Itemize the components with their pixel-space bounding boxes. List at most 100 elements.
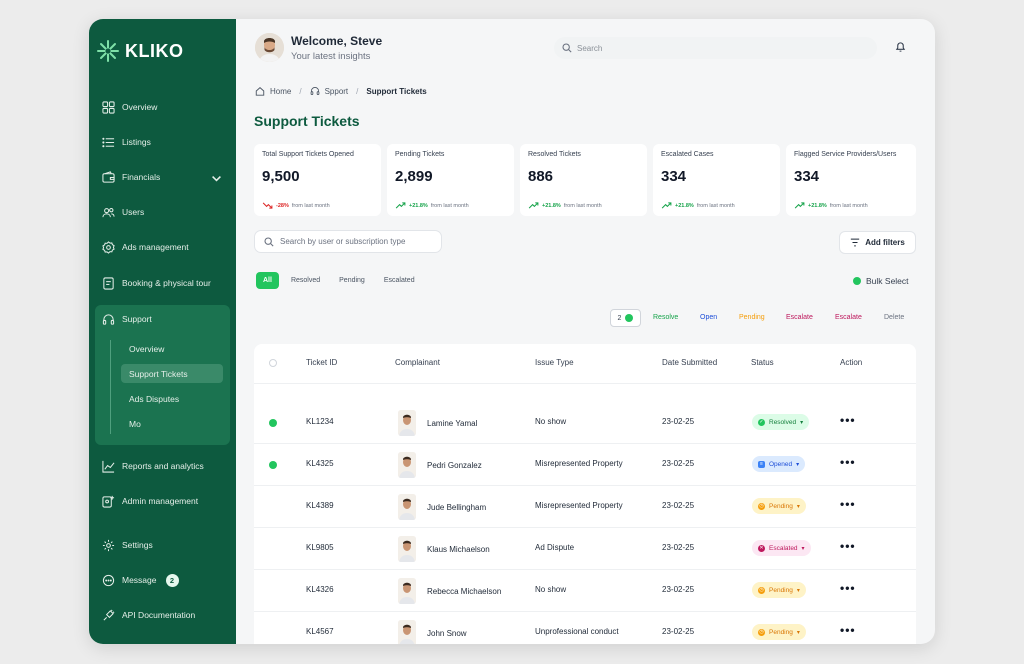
brand-name: KLIKO [125,40,184,61]
bulk-escalate-button-2[interactable]: Escalate [835,314,862,321]
status-label: Opened [769,460,793,468]
status-label: Pending [769,586,793,594]
more-actions-icon[interactable]: ••• [840,581,856,595]
clock-icon: ◷ [758,586,765,594]
sidebar-item-financials[interactable]: Financials [95,163,230,191]
sidebar-item-api-docs[interactable]: API Documentation [95,601,230,629]
ticket-search-input[interactable]: Search by user or subscription type [254,230,442,253]
sidebar-subitem-support-tickets[interactable]: Support Tickets [121,364,223,383]
table-row[interactable]: KL9805 Klaus Michaelson Ad Dispute 23-02… [254,528,916,570]
tab-all[interactable]: All [256,272,279,289]
status-badge[interactable]: ◷ Pending ▾ [752,498,806,514]
complainant-name: Lamine Yamal [427,418,478,428]
sidebar-item-support[interactable]: Support [95,305,230,333]
tab-resolved[interactable]: Resolved [284,272,327,289]
stat-card-resolved: Resolved Tickets 886 +21.8% from last mo… [520,144,647,216]
avatar[interactable] [255,33,284,62]
table-row[interactable]: KL1234 Lamine Yamal No show 23-02-25 ✓ R… [254,402,916,444]
bulk-open-button[interactable]: Open [700,314,717,321]
issue-type: Ad Dispute [535,543,575,552]
sidebar-subitem-mo[interactable]: Mo [121,414,223,433]
sidebar-item-message[interactable]: Message 2 [95,566,230,594]
search-placeholder: Search [577,43,603,53]
plug-icon [103,609,115,621]
bulk-resolve-button[interactable]: Resolve [653,314,678,321]
bulk-select-toggle[interactable]: Bulk Select [853,276,909,286]
wallet-icon [102,170,115,183]
complainant-avatar [398,536,416,562]
sidebar-item-reports[interactable]: Reports and analytics [95,452,230,480]
person-icon [398,410,416,436]
complainant-name: Jude Bellingham [427,502,487,512]
more-actions-icon[interactable]: ••• [840,413,856,427]
stat-label: Escalated Cases [661,151,714,158]
complainant: Jude Bellingham [398,494,486,520]
column-complainant[interactable]: Complainant [395,358,440,367]
status-label: Pending [769,628,793,636]
selected-count[interactable]: 2 [610,309,641,327]
column-ticket-id[interactable]: Ticket ID [306,358,337,367]
table-row[interactable]: KL4325 Pedri Gonzalez Misrepresented Pro… [254,444,916,486]
complainant-name: Klaus Michaelson [427,544,490,554]
tab-escalated[interactable]: Escalated [377,272,422,289]
breadcrumb-support[interactable]: Spport [310,86,349,96]
add-filters-button[interactable]: Add filters [839,231,916,254]
brand-star-icon [97,40,119,62]
date-submitted: 23-02-25 [662,417,695,426]
status-badge[interactable]: ✕ Escalated ▾ [752,540,811,556]
stat-delta-text: from last month [291,202,330,209]
sidebar-item-label: Listings [122,137,151,147]
column-issue-type[interactable]: Issue Type [535,358,574,367]
global-search-input[interactable]: Search [554,37,877,59]
person-icon [398,452,416,478]
more-actions-icon[interactable]: ••• [840,539,856,553]
tab-pending[interactable]: Pending [332,272,372,289]
bulk-pending-button[interactable]: Pending [739,314,765,321]
sidebar-subitem-ads-disputes[interactable]: Ads Disputes [121,389,223,408]
table-row[interactable]: KL4567 John Snow Unprofessional conduct … [254,612,916,644]
status-badge[interactable]: ◷ Pending ▾ [752,582,806,598]
status-badge[interactable]: ✓ Resolved ▾ [752,414,810,430]
x-icon: ✕ [758,544,765,552]
stat-value: 9,500 [262,168,300,185]
more-actions-icon[interactable]: ••• [840,497,856,511]
sidebar-item-admin[interactable]: Admin management [95,487,230,515]
more-actions-icon[interactable]: ••• [840,623,856,637]
status-badge[interactable]: ≡ Opened ▾ [752,456,806,472]
stat-card-total: Total Support Tickets Opened 9,500 -28% … [254,144,381,216]
sidebar-item-booking[interactable]: Booking & physical tour [95,269,230,297]
breadcrumb-home[interactable]: Home [255,86,291,96]
brand-logo[interactable]: KLIKO [97,40,184,62]
column-status[interactable]: Status [751,358,774,367]
sidebar-item-overview[interactable]: Overview [95,93,230,121]
complainant: Rebecca Michaelson [398,578,501,604]
sidebar-item-ads-management[interactable]: Ads management [95,233,230,261]
breadcrumb-support-label: Spport [324,86,349,96]
row-select-checkbox[interactable] [269,461,277,469]
ticket-id: KL4326 [306,585,334,594]
bulk-escalate-button[interactable]: Escalate [786,314,813,321]
column-date-submitted[interactable]: Date Submitted [662,358,717,367]
headset-icon [102,313,115,325]
table-row[interactable]: KL4389 Jude Bellingham Misrepresented Pr… [254,486,916,528]
bulk-delete-button[interactable]: Delete [884,314,904,321]
grid-icon [102,100,115,114]
sidebar-item-users[interactable]: Users [95,198,230,226]
sidebar-item-listings[interactable]: Listings [95,128,230,156]
document-icon [103,276,114,290]
select-all-checkbox[interactable] [269,359,277,367]
breadcrumb: Home / Spport / Support Tickets [255,86,427,96]
row-select-checkbox[interactable] [269,419,277,427]
stat-delta-text: from last month [563,202,602,209]
date-submitted: 23-02-25 [662,501,695,510]
bell-icon[interactable] [895,41,906,53]
chevron-down-icon[interactable] [210,172,223,185]
stat-value: 334 [661,168,687,185]
app-window: KLIKO Overview Listings Financials Users… [89,19,935,644]
status-badge[interactable]: ◷ Pending ▾ [752,624,806,640]
more-actions-icon[interactable]: ••• [840,455,856,469]
sidebar-item-settings[interactable]: Settings [95,531,230,559]
person-icon [398,620,416,644]
sidebar-subitem-overview[interactable]: Overview [121,339,223,358]
table-row[interactable]: KL4326 Rebecca Michaelson No show 23-02-… [254,570,916,612]
